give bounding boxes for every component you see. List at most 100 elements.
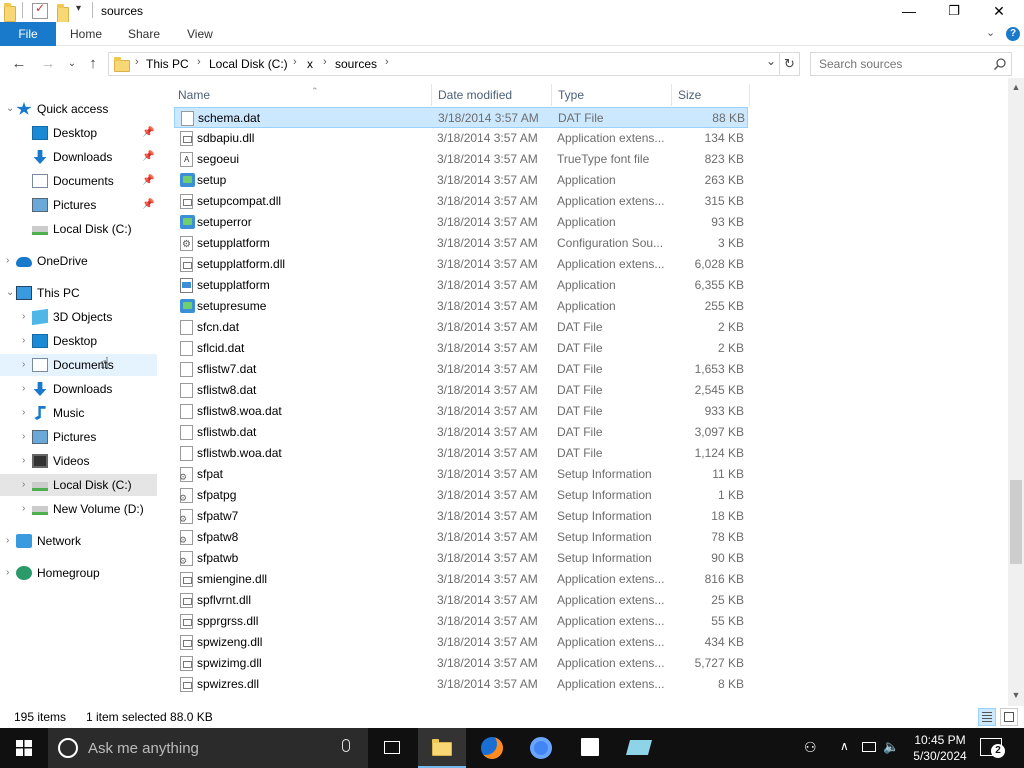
file-row[interactable]: sfpatw8 3/18/2014 3:57 AM Setup Informatio… xyxy=(174,527,748,551)
file-row[interactable]: sfpat 3/18/2014 3:57 AM Setup Information 1… xyxy=(174,464,748,488)
column-header-size[interactable]: Size xyxy=(674,84,750,106)
taskbar-chrome[interactable] xyxy=(517,728,565,768)
nav-item-homegroup[interactable]: › Homegroup xyxy=(0,562,157,584)
nav-item-pictures[interactable]: › Pictures xyxy=(0,426,157,448)
nav-item-desktop[interactable]: Desktop 📌 xyxy=(0,122,157,144)
volume-muted-icon[interactable]: 🔈 xyxy=(883,739,899,755)
nav-item-documents[interactable]: › Documents xyxy=(0,354,157,376)
file-row[interactable]: setupcompat.dll 3/18/2014 3:57 AM Applicat… xyxy=(174,191,748,212)
expand-chevron-icon[interactable]: › xyxy=(22,354,25,376)
taskbar-firefox[interactable] xyxy=(468,728,516,768)
clock[interactable]: 10:45 PM 5/30/2024 xyxy=(906,732,974,764)
taskbar-file-explorer[interactable] xyxy=(418,728,466,768)
column-header-date[interactable]: Date modified xyxy=(434,84,552,106)
up-button[interactable]: ↑ xyxy=(83,54,103,74)
pin-icon[interactable]: 📌 xyxy=(142,194,154,216)
file-row[interactable]: sflcid.dat 3/18/2014 3:57 AM DAT File 2 KB xyxy=(174,338,748,359)
nav-item-downloads[interactable]: › Downloads xyxy=(0,378,157,400)
expand-chevron-icon[interactable]: › xyxy=(22,378,25,400)
forward-button[interactable]: → xyxy=(38,54,58,74)
file-row[interactable]: sfpatwb 3/18/2014 3:57 AM Setup Informatio… xyxy=(174,548,748,572)
file-row[interactable]: setuperror 3/18/2014 3:57 AM Application 93… xyxy=(174,212,748,233)
file-row[interactable]: sfpatw7 3/18/2014 3:57 AM Setup Informatio… xyxy=(174,506,748,530)
minimize-button[interactable]: — xyxy=(886,0,932,22)
scroll-down-icon[interactable]: ▼ xyxy=(1008,690,1024,700)
pin-icon[interactable]: 📌 xyxy=(142,170,154,192)
breadcrumb-separator[interactable]: › xyxy=(293,56,297,68)
file-row[interactable]: sfcn.dat 3/18/2014 3:57 AM DAT File 2 KB xyxy=(174,317,748,338)
expand-chevron-icon[interactable]: › xyxy=(6,562,9,584)
large-icons-view-button[interactable] xyxy=(1000,708,1018,726)
expand-ribbon-icon[interactable]: ⌄ xyxy=(986,26,995,39)
nav-item-downloads[interactable]: Downloads 📌 xyxy=(0,146,157,168)
file-row[interactable]: sfpatpg 3/18/2014 3:57 AM Setup Informatio… xyxy=(174,485,748,509)
file-row[interactable]: sflistwb.woa.dat 3/18/2014 3:57 AM DAT Fil… xyxy=(174,443,748,464)
nav-item-new-volume-d[interactable]: › New Volume (D:) xyxy=(0,498,157,520)
expand-chevron-icon[interactable]: › xyxy=(22,330,25,352)
expand-chevron-icon[interactable]: › xyxy=(22,306,25,328)
expand-chevron-icon[interactable]: › xyxy=(22,498,25,520)
breadcrumb-this-pc[interactable]: This PC xyxy=(146,57,189,71)
scroll-up-icon[interactable]: ▲ xyxy=(1008,82,1024,92)
tab-view[interactable]: View xyxy=(187,22,213,46)
new-folder-icon[interactable] xyxy=(57,4,69,23)
nav-item-onedrive[interactable]: › OneDrive xyxy=(0,250,157,272)
back-button[interactable]: ← xyxy=(9,54,29,74)
maximize-button[interactable]: ❐ xyxy=(931,0,977,22)
breadcrumb-separator[interactable]: › xyxy=(323,56,327,68)
file-row[interactable]: setupresume 3/18/2014 3:57 AM Application 2… xyxy=(174,296,748,317)
breadcrumb-sources[interactable]: sources xyxy=(335,57,377,71)
address-bar[interactable]: › This PC › Local Disk (C:) › x › source… xyxy=(108,52,780,76)
search-box[interactable] xyxy=(810,52,1012,76)
nav-item-network[interactable]: › Network xyxy=(0,530,157,552)
expand-chevron-icon[interactable]: › xyxy=(6,530,9,552)
nav-item-quick-access[interactable]: ⌄ Quick access xyxy=(0,98,157,120)
file-row[interactable]: sflistw8.woa.dat 3/18/2014 3:57 AM DAT Fil… xyxy=(174,401,748,422)
nav-item-this-pc[interactable]: ⌄ This PC xyxy=(0,282,157,304)
vertical-scrollbar[interactable]: ▲ ▼ xyxy=(1008,78,1024,706)
file-row[interactable]: setupplatform 3/18/2014 3:57 AM Configurat… xyxy=(174,233,748,255)
file-row[interactable]: spwizimg.dll 3/18/2014 3:57 AM Application… xyxy=(174,653,748,674)
file-row[interactable]: setupplatform.dll 3/18/2014 3:57 AM Applic… xyxy=(174,254,748,275)
file-row[interactable]: setupplatform 3/18/2014 3:57 AM Applicatio… xyxy=(174,275,748,296)
expand-chevron-icon[interactable]: › xyxy=(22,402,25,424)
expand-chevron-icon[interactable]: › xyxy=(22,474,25,496)
expand-chevron-icon[interactable]: › xyxy=(6,250,9,272)
search-icon[interactable] xyxy=(993,57,1007,71)
refresh-button[interactable]: ↻ xyxy=(780,52,800,76)
file-row[interactable]: sflistw7.dat 3/18/2014 3:57 AM DAT File 1,6… xyxy=(174,359,748,380)
collapse-chevron-icon[interactable]: ⌄ xyxy=(6,282,14,304)
properties-icon[interactable]: ✓ xyxy=(32,1,48,19)
breadcrumb-separator[interactable]: › xyxy=(385,56,389,68)
file-row[interactable]: sflistwb.dat 3/18/2014 3:57 AM DAT File 3,0… xyxy=(174,422,748,443)
pin-icon[interactable]: 📌 xyxy=(142,146,154,168)
breadcrumb-separator[interactable]: › xyxy=(197,56,201,68)
pin-icon[interactable]: 📌 xyxy=(142,122,154,144)
nav-item-documents[interactable]: Documents 📌 xyxy=(0,170,157,192)
network-tray-icon[interactable] xyxy=(862,742,876,752)
file-row[interactable]: spprgrss.dll 3/18/2014 3:57 AM Application… xyxy=(174,611,748,632)
search-input[interactable] xyxy=(811,53,991,75)
start-button[interactable] xyxy=(0,728,48,768)
cortana-search-box[interactable]: Ask me anything xyxy=(48,728,368,768)
tab-share[interactable]: Share xyxy=(128,22,160,46)
taskbar-store[interactable] xyxy=(566,728,614,768)
address-dropdown-icon[interactable]: ⌄ xyxy=(766,54,776,68)
microphone-icon[interactable] xyxy=(342,739,350,752)
nav-item-3d-objects[interactable]: › 3D Objects xyxy=(0,306,157,328)
tab-file[interactable]: File xyxy=(0,22,56,46)
taskbar-app[interactable] xyxy=(615,728,663,768)
nav-item-local-disk-c[interactable]: Local Disk (C:) xyxy=(0,218,157,240)
recent-locations-button[interactable]: ⌄ xyxy=(62,54,82,74)
column-header-type[interactable]: Type xyxy=(554,84,672,106)
file-row[interactable]: schema.dat 3/18/2014 3:57 AM DAT File 88 KB xyxy=(174,107,748,128)
nav-item-music[interactable]: › Music xyxy=(0,402,157,424)
scrollbar-thumb[interactable] xyxy=(1010,480,1022,564)
file-row[interactable]: spflvrnt.dll 3/18/2014 3:57 AM Application… xyxy=(174,590,748,611)
expand-chevron-icon[interactable]: › xyxy=(22,450,25,472)
people-icon[interactable]: ⚇ xyxy=(804,739,817,756)
breadcrumb-x[interactable]: x xyxy=(307,57,313,71)
expand-chevron-icon[interactable]: › xyxy=(22,426,25,448)
collapse-chevron-icon[interactable]: ⌄ xyxy=(6,98,14,120)
file-row[interactable]: sdbapiu.dll 3/18/2014 3:57 AM Application … xyxy=(174,128,748,149)
